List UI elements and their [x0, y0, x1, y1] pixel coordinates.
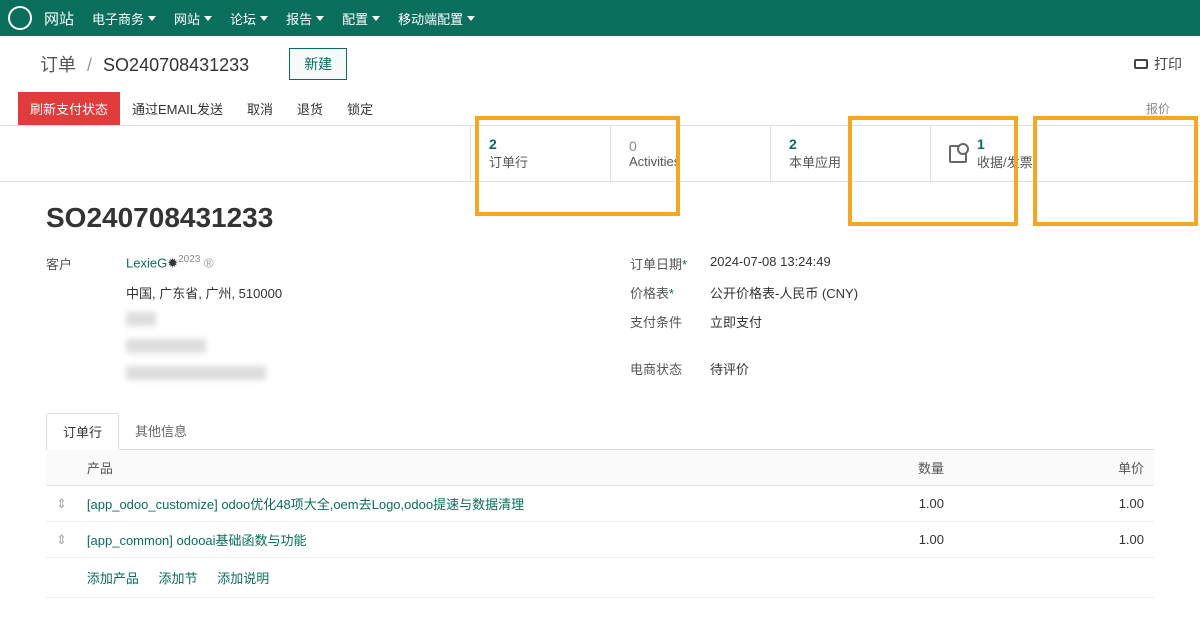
breadcrumb-sep: /: [87, 55, 92, 75]
order-date-value[interactable]: 2024-07-08 13:24:49: [710, 254, 1154, 273]
caret-down-icon: [260, 16, 268, 21]
customer-info-col: 客户 LexieG✹2023 ® 中国, 广东省, 广州, 510000: [46, 254, 570, 393]
gear-icon: ✹: [167, 255, 178, 270]
nav-forum[interactable]: 论坛: [230, 9, 268, 28]
order-info-col: 订单日期* 2024-07-08 13:24:49 价格表* 公开价格表-人民币…: [630, 254, 1154, 393]
refresh-payment-button[interactable]: 刷新支付状态: [18, 92, 120, 125]
customer-year-badge: 2023: [178, 254, 200, 265]
breadcrumb-root[interactable]: 订单: [40, 55, 76, 75]
payment-terms-value[interactable]: 立即支付: [710, 312, 1154, 331]
caret-down-icon: [316, 16, 324, 21]
print-button[interactable]: 打印: [1134, 54, 1182, 74]
qty-cell[interactable]: 1.00: [794, 522, 954, 558]
nav-mobile-config[interactable]: 移动端配置: [398, 9, 475, 28]
stat-apps[interactable]: 2 本单应用: [770, 126, 930, 181]
redacted-line: [126, 312, 156, 326]
drag-handle-icon[interactable]: ⇕: [46, 522, 77, 558]
pricelist-value[interactable]: 公开价格表-人民币 (CNY): [710, 283, 1154, 302]
caret-down-icon: [467, 16, 475, 21]
top-navbar: 网站 电子商务 网站 论坛 报告 配置 移动端配置: [0, 0, 1200, 36]
stat-invoice[interactable]: 1 收据/发票: [930, 126, 1090, 181]
tab-order-lines[interactable]: 订单行: [46, 413, 119, 450]
breadcrumb-current: SO240708431233: [103, 55, 249, 75]
app-logo[interactable]: [8, 6, 32, 30]
edit-icon: [949, 145, 967, 163]
redacted-line: [126, 366, 266, 380]
nav-website[interactable]: 网站: [174, 9, 212, 28]
drag-handle-icon[interactable]: ⇕: [46, 486, 77, 522]
form-tabs: 订单行 其他信息: [46, 413, 1154, 450]
table-row[interactable]: ⇕ [app_odoo_customize] odoo优化48项大全,oem去L…: [46, 486, 1154, 522]
col-price[interactable]: 单价: [954, 450, 1154, 486]
redacted-line: [126, 339, 206, 353]
product-link[interactable]: [app_odoo_customize] odoo优化48项大全,oem去Log…: [87, 497, 524, 512]
nav-config[interactable]: 配置: [342, 9, 380, 28]
order-lines-table: 产品 数量 单价 ⇕ [app_odoo_customize] odoo优化48…: [46, 450, 1154, 598]
print-icon: [1134, 59, 1148, 69]
lock-button[interactable]: 锁定: [335, 92, 385, 125]
tab-other-info[interactable]: 其他信息: [119, 413, 203, 449]
status-label: 报价: [1134, 93, 1182, 124]
ecom-status-value[interactable]: 待评价: [710, 359, 1154, 378]
customer-name-link[interactable]: LexieG: [126, 255, 167, 270]
send-email-button[interactable]: 通过EMAIL发送: [120, 92, 235, 125]
nav-ecommerce[interactable]: 电子商务: [92, 9, 156, 28]
registered-icon: ®: [204, 255, 214, 270]
table-row[interactable]: ⇕ [app_common] odooai基础函数与功能 1.00 1.00: [46, 522, 1154, 558]
cancel-button[interactable]: 取消: [235, 92, 285, 125]
stat-buttons-row: 2 订单行 0 Activities 2 本单应用 1 收据/发票: [0, 126, 1200, 182]
breadcrumb-row: 订单 / SO240708431233 新建 打印: [0, 36, 1200, 92]
ecom-status-label: 电商状态: [630, 359, 710, 378]
caret-down-icon: [204, 16, 212, 21]
return-button[interactable]: 退货: [285, 92, 335, 125]
add-product-link[interactable]: 添加产品: [87, 571, 139, 586]
order-date-label: 订单日期*: [630, 254, 710, 273]
add-section-link[interactable]: 添加节: [159, 571, 198, 586]
col-qty[interactable]: 数量: [794, 450, 954, 486]
col-product[interactable]: 产品: [77, 450, 794, 486]
new-button[interactable]: 新建: [289, 48, 347, 80]
add-note-link[interactable]: 添加说明: [217, 571, 269, 586]
pricelist-label: 价格表*: [630, 283, 710, 302]
caret-down-icon: [372, 16, 380, 21]
price-cell[interactable]: 1.00: [954, 522, 1154, 558]
payment-terms-label: 支付条件: [630, 312, 710, 331]
nav-report[interactable]: 报告: [286, 9, 324, 28]
stat-activities[interactable]: 0 Activities: [610, 126, 770, 181]
breadcrumb: 订单 / SO240708431233: [40, 51, 249, 77]
so-number-title: SO240708431233: [46, 202, 1154, 234]
stat-order-lines[interactable]: 2 订单行: [470, 126, 610, 181]
product-link[interactable]: [app_common] odooai基础函数与功能: [87, 533, 307, 548]
customer-label: 客户: [46, 254, 126, 273]
caret-down-icon: [148, 16, 156, 21]
qty-cell[interactable]: 1.00: [794, 486, 954, 522]
action-bar: 刷新支付状态 通过EMAIL发送 取消 退货 锁定 报价: [0, 92, 1200, 126]
price-cell[interactable]: 1.00: [954, 486, 1154, 522]
brand-title[interactable]: 网站: [44, 8, 74, 29]
customer-address: 中国, 广东省, 广州, 510000: [126, 283, 570, 302]
order-form: SO240708431233 客户 LexieG✹2023 ® 中国, 广东省,…: [0, 182, 1200, 618]
